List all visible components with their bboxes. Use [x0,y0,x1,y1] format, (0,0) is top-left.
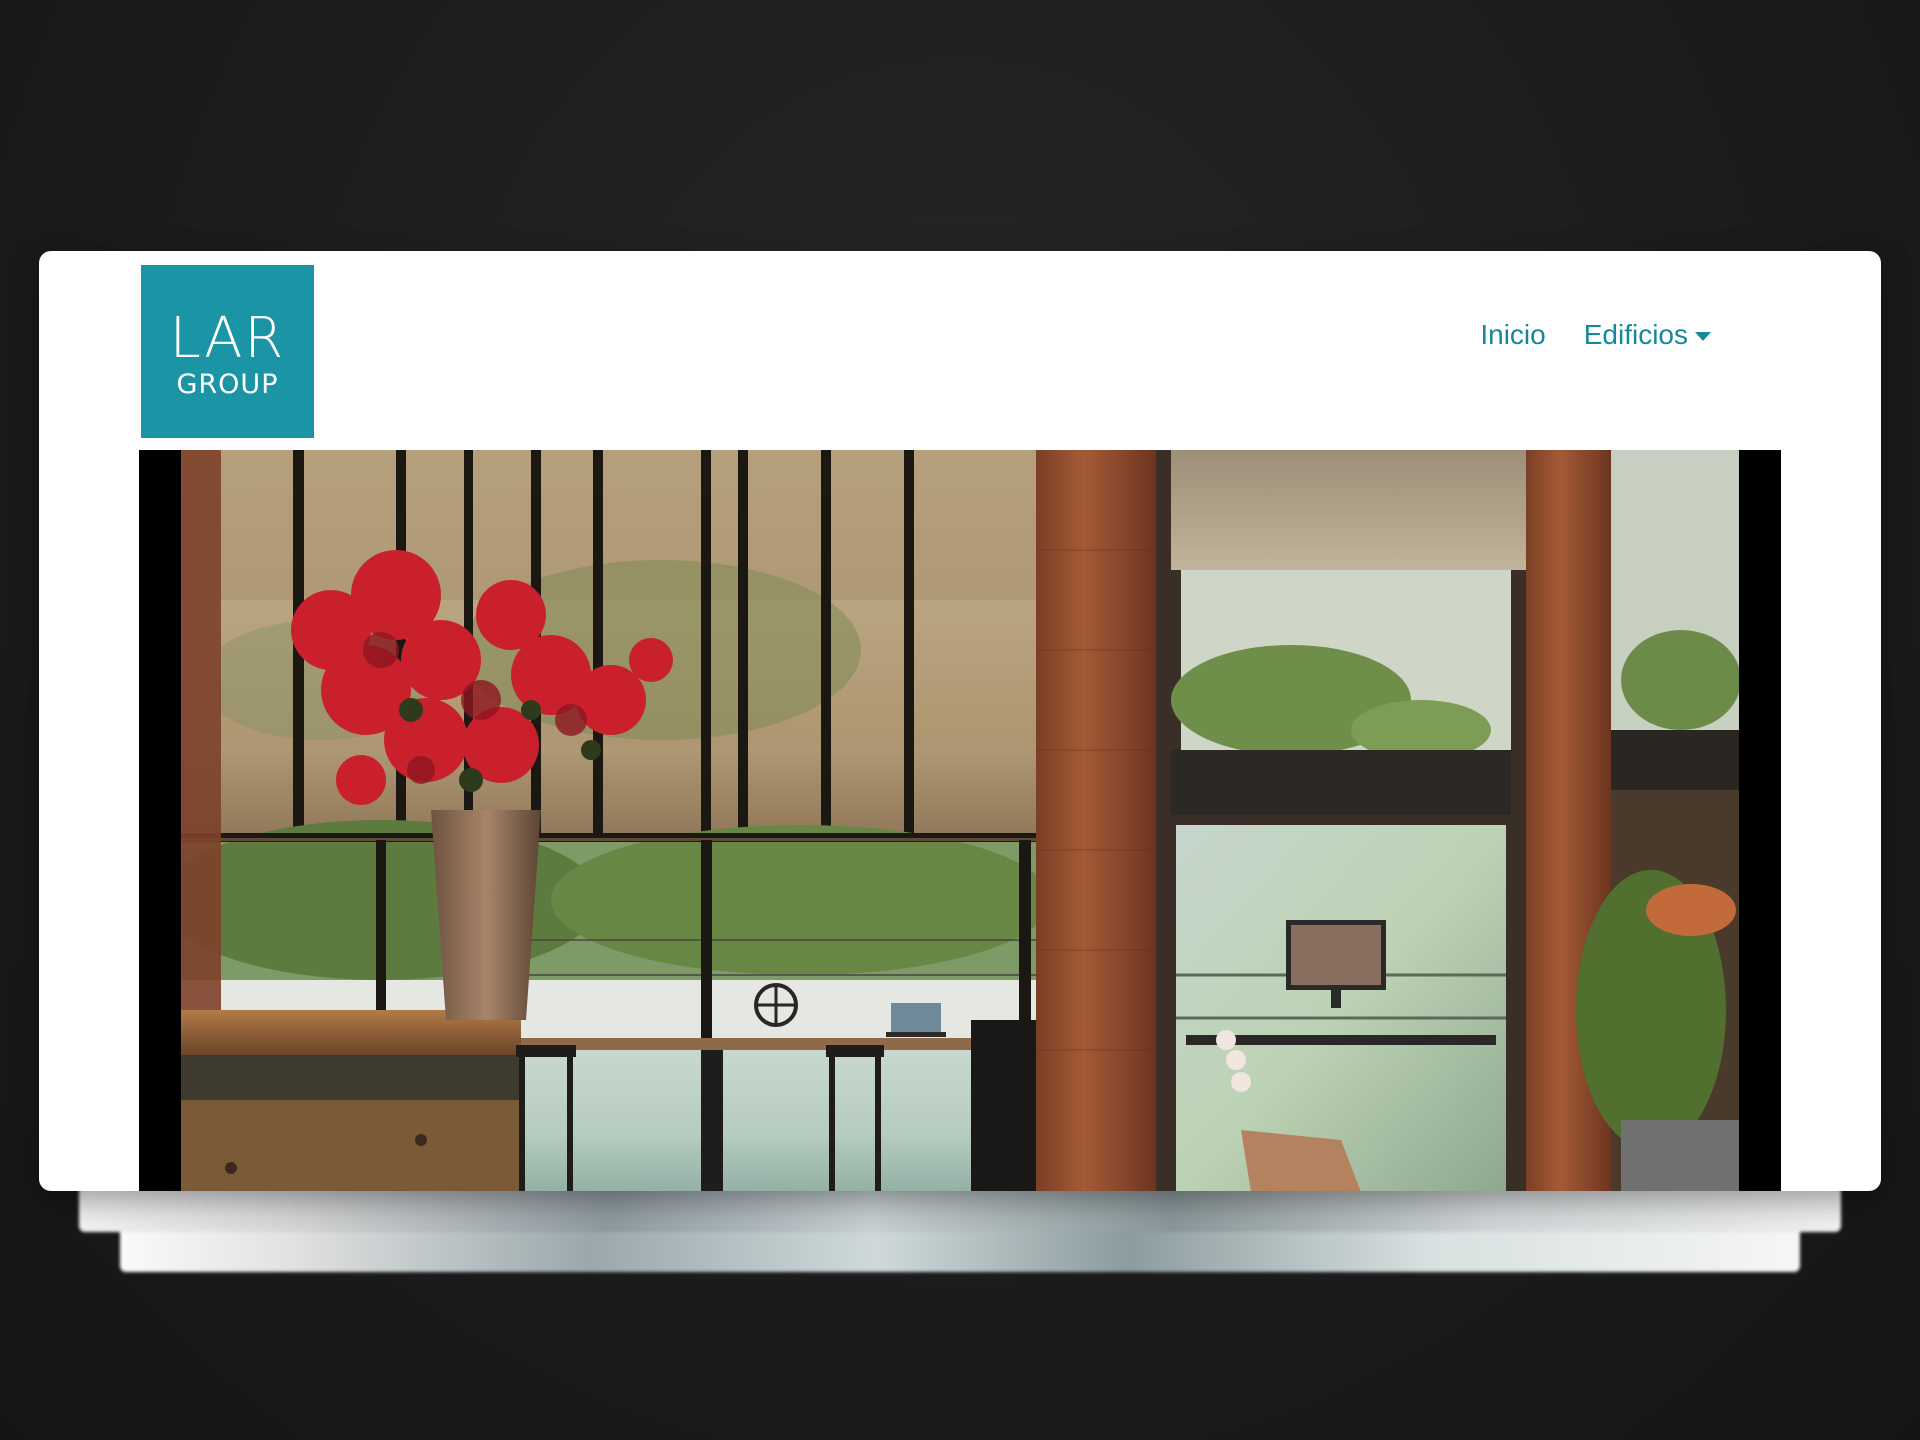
hero-video[interactable] [139,450,1781,1191]
main-navigation: Inicio Edificios [1480,319,1711,351]
logo-wordmark-lar: LAR [169,306,286,371]
website-preview-card: LAR GROUP Inicio Edificios [39,251,1881,1191]
hero-video-frame [181,450,1739,1191]
nav-link-edificios-label: Edificios [1583,319,1688,350]
logo-wordmark-group: GROUP [176,369,279,400]
nav-link-inicio-label: Inicio [1480,319,1546,350]
nav-link-inicio[interactable]: Inicio [1480,319,1545,351]
dropdown-caret-icon [1695,331,1711,341]
lar-group-logo[interactable]: LAR GROUP [141,265,314,438]
nav-link-edificios[interactable]: Edificios [1584,319,1711,351]
